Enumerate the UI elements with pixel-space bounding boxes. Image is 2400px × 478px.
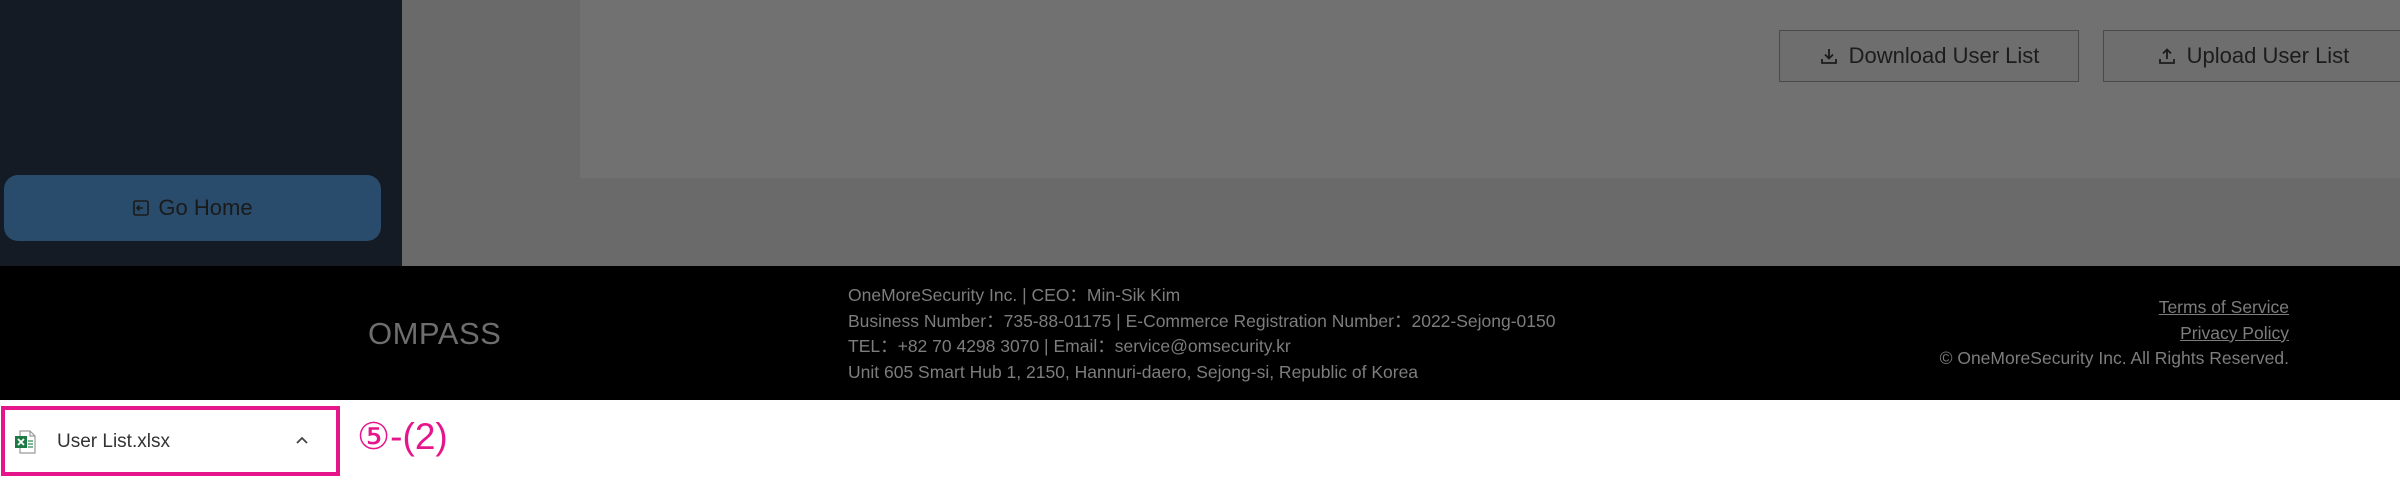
footer-logo: OMPASS — [368, 316, 502, 351]
company-info-line: Unit 605 Smart Hub 1, 2150, Hannuri-daer… — [848, 361, 1419, 382]
company-info: OneMoreSecurity Inc. | CEO：Min-Sik Kim B… — [848, 283, 1556, 385]
download-user-list-label: Download User List — [1848, 43, 2040, 68]
upload-user-list-label: Upload User List — [2186, 43, 2350, 68]
user-list-panel — [580, 0, 2400, 178]
download-icon — [1819, 46, 1839, 66]
upload-user-list-button[interactable]: Upload User List — [2103, 30, 2400, 82]
terms-of-service-link[interactable]: Terms of Service — [1940, 295, 2289, 321]
company-info-line: Business Number：735-88-01175 | E-Commerc… — [848, 310, 1556, 331]
download-user-list-button[interactable]: Download User List — [1779, 30, 2079, 82]
copyright: © OneMoreSecurity Inc. All Rights Reserv… — [1939, 348, 2289, 368]
go-home-button[interactable]: Go Home — [4, 175, 381, 241]
privacy-policy-link[interactable]: Privacy Policy — [1940, 321, 2289, 347]
footer-links: Terms of Service Privacy Policy © OneMor… — [1940, 295, 2289, 372]
step-annotation: ⑤-(2) — [357, 416, 448, 457]
chevron-up-icon[interactable] — [292, 430, 312, 450]
footer: OMPASS OneMoreSecurity Inc. | CEO：Min-Si… — [0, 266, 2400, 400]
upload-icon — [2157, 46, 2177, 66]
download-bar: User List.xlsx ⑤-(2) — [0, 400, 2400, 478]
excel-file-icon — [14, 430, 36, 454]
company-info-line: TEL：+82 70 4298 3070 | Email：service@oms… — [848, 336, 1291, 356]
go-home-label: Go Home — [158, 195, 253, 220]
company-info-line: OneMoreSecurity Inc. | CEO：Min-Sik Kim — [848, 285, 1181, 305]
exit-icon — [132, 199, 150, 217]
sidebar: Go Home — [0, 0, 402, 266]
downloaded-file-item[interactable]: User List.xlsx — [1, 406, 340, 476]
app-area: Go Home Download User List Upload User L… — [0, 0, 2400, 266]
downloaded-file-name: User List.xlsx — [57, 431, 170, 452]
